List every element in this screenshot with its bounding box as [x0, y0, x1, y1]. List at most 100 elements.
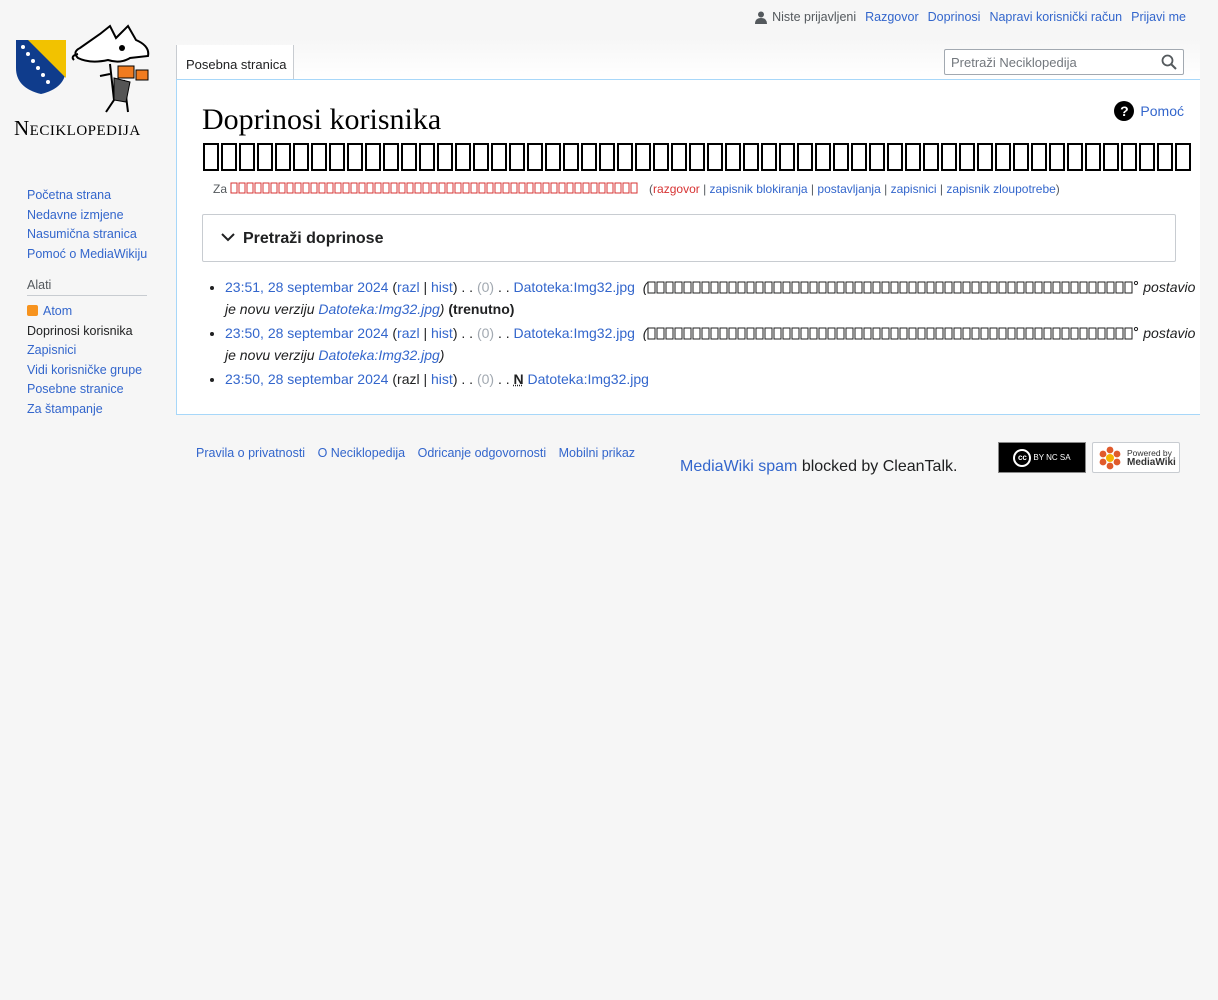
contribution-current: (trenutno) [448, 301, 515, 317]
contribution-size: (0) [476, 325, 495, 341]
contribution-separator: . . [497, 371, 510, 387]
powered-by-mediawiki-badge[interactable]: Powered by MediaWiki [1092, 442, 1180, 473]
contribution-size: (0) [476, 371, 495, 387]
sidebar-item-help[interactable]: Pomoć o MediaWikiju [27, 245, 167, 265]
contribution-diff-link[interactable]: razl [397, 325, 420, 341]
personal-tools: Niste prijavljeni Razgovor Doprinosi Nap… [755, 10, 1186, 24]
chevron-down-icon [221, 233, 235, 242]
coat-of-arms-icon [16, 40, 66, 94]
sidebar-item-random-page[interactable]: Nasumična stranica [27, 225, 167, 245]
new-page-flag: N [513, 371, 524, 387]
comment-link[interactable]: Datoteka:Img32.jpg [318, 347, 439, 363]
sidebar-tools: Atom Doprinosi korisnika Zapisnici Vidi … [27, 302, 167, 419]
help-icon: ? [1114, 101, 1135, 121]
page-title: Doprinosi korisnika [202, 100, 1192, 185]
footer-disclaimer-link[interactable]: Odricanje odgovornosti [418, 446, 547, 460]
sidebar-item-atom[interactable]: Atom [27, 302, 167, 322]
contribution-size: (0) [476, 279, 495, 295]
contribution-diff-link[interactable]: razl [397, 279, 420, 295]
cc-icon: cc [1013, 448, 1032, 467]
username-glyphs [203, 143, 1191, 171]
ptools-create-account-link[interactable]: Napravi korisnički račun [989, 10, 1122, 24]
comment-link[interactable]: Datoteka:Img32.jpg [318, 301, 439, 317]
subtitle-abuse-log-link[interactable]: zapisnik zloupotrebe [946, 182, 1055, 196]
sidebar-item-special-pages[interactable]: Posebne stranice [27, 380, 167, 400]
contribution-separator: . . [461, 279, 474, 295]
footer-links: Pravila o privatnosti O Neciklopedija Od… [196, 446, 644, 460]
footer-mobile-link[interactable]: Mobilni prikaz [559, 446, 635, 460]
subtitle-uploads-link[interactable]: postavljanja [817, 182, 880, 196]
contribution-item: 23:51, 28 septembar 2024 (razl | hist) .… [225, 276, 1205, 320]
subtitle-talk-link[interactable]: razgovor [653, 182, 700, 196]
contribution-separator: . . [497, 325, 510, 341]
comment-username-glyphs [647, 280, 1139, 294]
comment-username-glyphs [647, 326, 1139, 340]
search-contributions-box[interactable]: Pretraži doprinose [202, 214, 1176, 262]
contribution-timestamp[interactable]: 23:50, 28 septembar 2024 [225, 371, 388, 387]
user-icon [755, 11, 768, 24]
contributions-subtitle: Za (razgovor | zapisnik blokiranja | pos… [213, 182, 1060, 196]
contribution-separator: . . [497, 279, 510, 295]
footer-privacy-link[interactable]: Pravila o privatnosti [196, 446, 305, 460]
search-box [944, 49, 1184, 75]
subtitle-paren-open: ( [645, 182, 654, 196]
sidebar-item-user-contributions[interactable]: Doprinosi korisnika [27, 322, 167, 342]
sidebar-navigation: Početna strana Nedavne izmjene Nasumična… [27, 186, 167, 264]
contribution-page-link[interactable]: Datoteka:Img32.jpg [514, 325, 635, 341]
search-contributions-title: Pretraži doprinose [243, 230, 384, 247]
contribution-diff-label: razl [397, 371, 420, 387]
logo-wordmark: Neciklopedija [14, 116, 141, 140]
anon-user: Niste prijavljeni [755, 10, 856, 24]
username-glyphs-small [230, 182, 638, 194]
cleantalk-link[interactable]: MediaWiki spam [680, 458, 797, 475]
cleantalk-text: blocked by CleanTalk. [801, 458, 958, 475]
anon-label: Niste prijavljeni [772, 10, 857, 24]
sidebar-item-recent-changes[interactable]: Nedavne izmjene [27, 206, 167, 226]
contribution-timestamp[interactable]: 23:50, 28 septembar 2024 [225, 325, 388, 341]
cleantalk-notice: MediaWiki spam blocked by CleanTalk. [680, 458, 957, 476]
contribution-timestamp[interactable]: 23:51, 28 septembar 2024 [225, 279, 388, 295]
contribution-separator: . . [461, 371, 474, 387]
subtitle-logs-link[interactable]: zapisnici [891, 182, 937, 196]
main-content: Doprinosi korisnika ? Pomoć Za (razgovor… [176, 79, 1200, 415]
contributions-list: 23:51, 28 septembar 2024 (razl | hist) .… [203, 276, 1205, 392]
ptools-login-link[interactable]: Prijavi me [1131, 10, 1186, 24]
help-label[interactable]: Pomoć [1140, 103, 1184, 119]
mediawiki-badge-line2: MediaWiki [1127, 456, 1176, 468]
contribution-item: 23:50, 28 septembar 2024 (razl | hist) .… [225, 368, 1205, 390]
sidebar-item-logs[interactable]: Zapisnici [27, 341, 167, 361]
page-title-text: Doprinosi korisnika [202, 103, 442, 136]
contribution-hist-link[interactable]: hist [431, 279, 453, 295]
contribution-page-link[interactable]: Datoteka:Img32.jpg [514, 279, 635, 295]
search-button[interactable] [1161, 54, 1177, 73]
subtitle-prefix: Za [213, 182, 228, 196]
sidebar-item-user-groups[interactable]: Vidi korisničke grupe [27, 361, 167, 381]
mascot-fox-icon [71, 24, 150, 113]
ptools-talk-link[interactable]: Razgovor [865, 10, 919, 24]
subtitle-block-log-link[interactable]: zapisnik blokiranja [710, 182, 808, 196]
sidebar: Početna strana Nedavne izmjene Nasumična… [27, 186, 167, 419]
sidebar-item-main-page[interactable]: Početna strana [27, 186, 167, 206]
sidebar-item-printable[interactable]: Za štampanje [27, 400, 167, 420]
contribution-hist-link[interactable]: hist [431, 325, 453, 341]
mediawiki-badge-text: Powered by MediaWiki [1127, 448, 1176, 468]
page-title-username [202, 140, 1192, 185]
contribution-page-link[interactable]: Datoteka:Img32.jpg [528, 371, 649, 387]
sidebar-item-atom-label[interactable]: Atom [43, 304, 72, 318]
contribution-item: 23:50, 28 septembar 2024 (razl | hist) .… [225, 322, 1205, 366]
help-link[interactable]: ? Pomoć [1114, 101, 1184, 121]
subtitle-username-link[interactable] [230, 182, 645, 196]
feed-icon [27, 305, 38, 316]
search-input[interactable] [945, 50, 1151, 74]
tab-special-page[interactable]: Posebna stranica [176, 45, 294, 79]
cc-license-badge[interactable]: cc BY NC SA [998, 442, 1086, 473]
site-logo[interactable]: Neciklopedija [12, 24, 164, 142]
search-icon [1161, 54, 1177, 70]
ptools-contributions-link[interactable]: Doprinosi [928, 10, 981, 24]
contribution-hist-link[interactable]: hist [431, 371, 453, 387]
mediawiki-flower-icon [1099, 446, 1121, 469]
sidebar-tools-heading: Alati [27, 278, 147, 296]
cc-label: BY NC SA [1033, 453, 1071, 462]
contribution-separator: . . [461, 325, 474, 341]
footer-about-link[interactable]: O Neciklopedija [318, 446, 406, 460]
